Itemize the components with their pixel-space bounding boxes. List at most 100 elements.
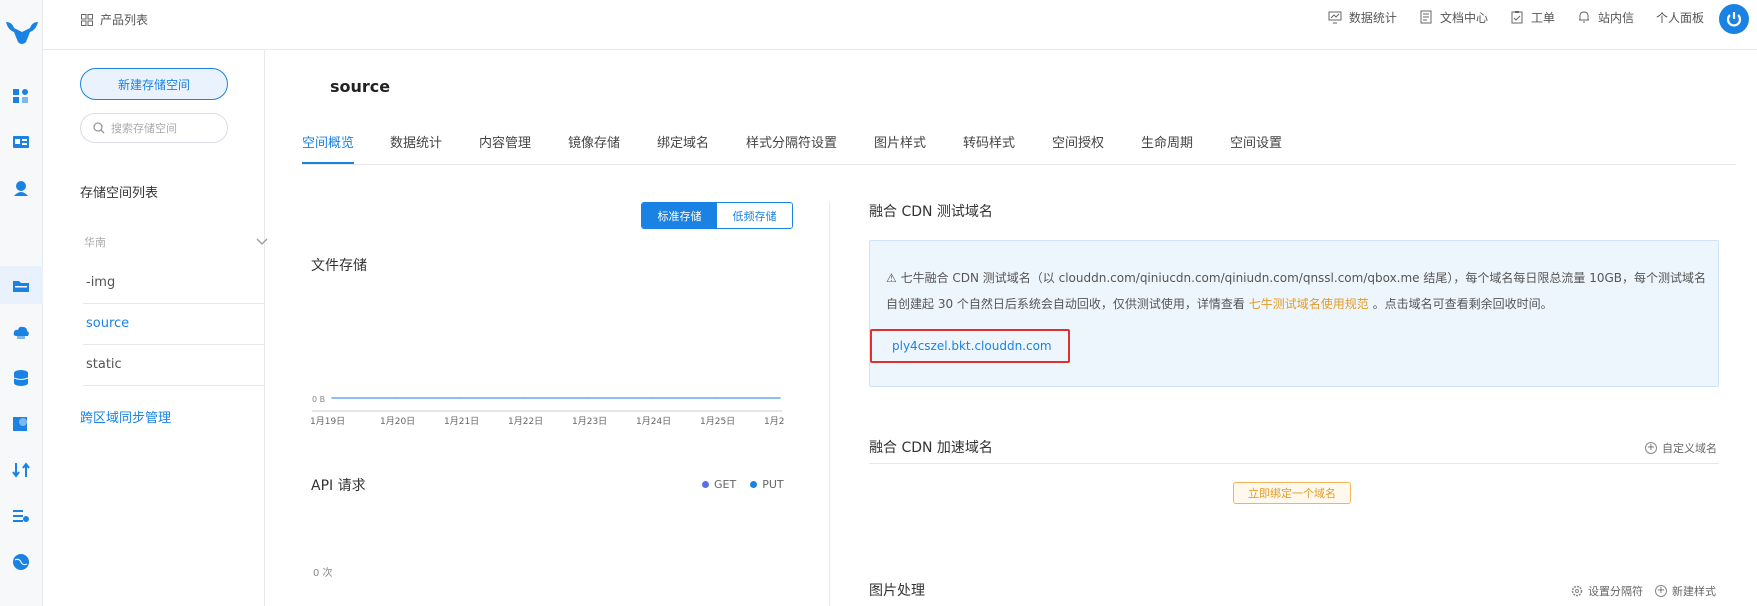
api-requests-title: API 请求 [311, 478, 366, 494]
bucket-item-static[interactable]: static [86, 357, 122, 372]
bucket-search[interactable] [80, 113, 228, 143]
dashboard-icon[interactable] [11, 86, 31, 106]
api-legend: GET PUT [702, 478, 784, 491]
main-content: source 空间概览 数据统计 内容管理 镜像存储 绑定域名 样式分隔符设置 … [265, 50, 1757, 606]
tab-transcode-style[interactable]: 转码样式 [963, 132, 1015, 151]
divider [869, 463, 1719, 464]
bind-domain-button[interactable]: 立即绑定一个域名 [1233, 482, 1351, 504]
list-settings-icon[interactable] [11, 506, 31, 526]
plus-circle-icon: + [1645, 442, 1657, 454]
avatar[interactable] [1719, 4, 1749, 34]
x-tick-label: 1月23日 [572, 416, 607, 427]
legend-put-label: PUT [762, 478, 784, 491]
bucket-item-img[interactable]: -img [86, 275, 115, 290]
tab-settings[interactable]: 空间设置 [1230, 132, 1282, 151]
plus-circle-icon: + [1655, 585, 1667, 597]
x-tick-label: 1月21日 [444, 416, 479, 427]
cross-region-sync-link[interactable]: 跨区域同步管理 [80, 407, 171, 426]
topbar-tickets-label: 工单 [1530, 10, 1555, 25]
tab-mirror[interactable]: 镜像存储 [568, 132, 620, 151]
tab-overview[interactable]: 空间概览 [302, 132, 354, 151]
legend-put: PUT [750, 478, 784, 491]
set-separator-label: 设置分隔符 [1588, 585, 1643, 598]
divider [43, 344, 265, 345]
id-card-icon[interactable] [11, 132, 31, 152]
database-icon[interactable] [11, 368, 31, 388]
transfer-icon[interactable] [11, 460, 31, 480]
cdn-test-notice-text: ⚠ 七牛融合 CDN 测试域名（以 clouddn.com/qiniucdn.c… [886, 265, 1706, 317]
app-root: 产品列表 数据统计 文档中心 工单 站内信 个人面板 新建存储空间 搜索存储空间… [0, 0, 1757, 606]
legend-get-label: GET [714, 478, 737, 491]
gear-icon [1571, 585, 1583, 597]
y-tick-label: 0 B [312, 395, 325, 404]
topbar-messages[interactable]: 站内信 [1577, 9, 1634, 26]
divider [83, 385, 265, 386]
bucket-item-source[interactable]: source [86, 316, 129, 331]
topbar-doc-center[interactable]: 文档中心 [1419, 9, 1488, 26]
tab-lifecycle[interactable]: 生命周期 [1141, 132, 1193, 151]
globe-icon[interactable] [11, 552, 31, 572]
tab-content[interactable]: 内容管理 [479, 132, 531, 151]
power-icon [1726, 12, 1742, 27]
column-divider [829, 202, 830, 606]
custom-domain-label: 自定义域名 [1662, 442, 1717, 455]
pie-chart-icon[interactable] [11, 414, 31, 434]
storage-point [459, 397, 461, 399]
test-domain-text: ply4cszel.bkt.clouddn.com [892, 339, 1052, 353]
x-tick-label: 1月24日 [636, 416, 671, 427]
bucket-tabs: 空间概览 数据统计 内容管理 镜像存储 绑定域名 样式分隔符设置 图片样式 转码… [302, 132, 1736, 165]
custom-domain-link[interactable]: + 自定义域名 [1645, 440, 1717, 456]
clipboard-icon [1511, 11, 1523, 24]
topbar-personal-panel-label: 个人面板 [1655, 10, 1704, 25]
legend-get: GET [702, 478, 736, 491]
legend-dot-get [702, 480, 709, 488]
search-icon [93, 122, 105, 134]
topbar-personal-panel[interactable]: 个人面板 [1656, 0, 1749, 34]
storage-point [715, 397, 717, 399]
new-bucket-button[interactable]: 新建存储空间 [80, 68, 228, 100]
cdn-test-notice: ⚠ 七牛融合 CDN 测试域名（以 clouddn.com/qiniucdn.c… [869, 240, 1719, 387]
storage-series: 1月19日 1月20日 1月21日 1月22日 1月23日 1月24日 1月25日 1月26日 [310, 397, 785, 427]
top-bar-right: 数据统计 文档中心 工单 站内信 个人面板 [1306, 4, 1749, 34]
document-icon [1420, 10, 1432, 24]
storage-point [651, 397, 653, 399]
x-tick-label: 1月20日 [380, 416, 415, 427]
divider [83, 303, 265, 304]
x-tick-label: 1月25日 [700, 416, 735, 427]
bucket-search-input[interactable] [111, 121, 221, 135]
tab-style-separator[interactable]: 样式分隔符设置 [746, 132, 837, 151]
standard-storage-button[interactable]: 标准存储 [642, 203, 717, 228]
region-group-south[interactable]: 华南 [84, 234, 268, 250]
cloud-cdn-icon[interactable] [11, 322, 31, 342]
topbar-tickets[interactable]: 工单 [1510, 9, 1555, 26]
test-domain-link[interactable]: ply4cszel.bkt.clouddn.com [870, 329, 1070, 363]
icon-rail [0, 0, 43, 606]
user-support-icon[interactable] [11, 178, 31, 198]
topbar-messages-label: 站内信 [1597, 10, 1634, 25]
image-processing-title: 图片处理 [869, 583, 925, 599]
x-tick-label: 1月22日 [508, 416, 543, 427]
legend-dot-put [750, 480, 758, 488]
chart-icon [1328, 11, 1342, 24]
test-domain-rules-link[interactable]: 七牛测试域名使用规范 [1249, 297, 1369, 311]
storage-folder-icon[interactable] [11, 276, 31, 296]
x-tick-label: 1月19日 [310, 416, 345, 427]
product-list-label: 产品列表 [100, 13, 149, 27]
bucket-list-label: 存储空间列表 [80, 186, 159, 201]
grid-icon [81, 13, 93, 26]
product-list-menu[interactable]: 产品列表 [81, 11, 148, 28]
topbar-data-stats-label: 数据统计 [1348, 10, 1397, 25]
tab-image-style[interactable]: 图片样式 [874, 132, 926, 151]
low-freq-storage-button[interactable]: 低频存储 [717, 203, 792, 228]
file-storage-chart: 0 B 1月19日 1月20日 1月21日 1月22日 1月23日 1月24日 1月25日 1… [310, 395, 785, 427]
tab-data-stats[interactable]: 数据统计 [390, 132, 442, 151]
qiniu-logo-icon[interactable] [2, 18, 42, 48]
set-separator-link[interactable]: 设置分隔符 [1571, 583, 1643, 599]
new-style-link[interactable]: + 新建样式 [1655, 583, 1716, 599]
tab-authorization[interactable]: 空间授权 [1052, 132, 1104, 151]
region-label: 华南 [84, 236, 106, 249]
storage-point [331, 397, 333, 399]
topbar-data-stats[interactable]: 数据统计 [1328, 9, 1397, 26]
new-style-label: 新建样式 [1672, 585, 1716, 598]
tab-bind-domain[interactable]: 绑定域名 [657, 132, 709, 151]
